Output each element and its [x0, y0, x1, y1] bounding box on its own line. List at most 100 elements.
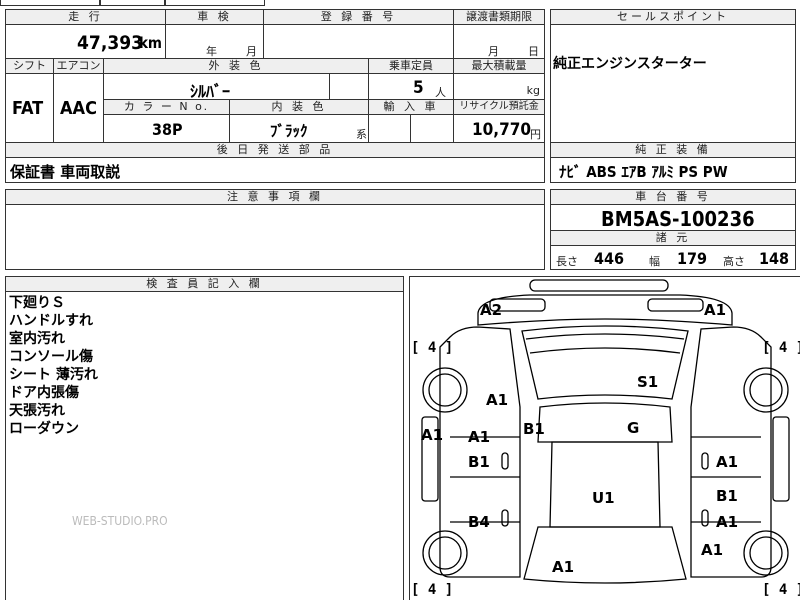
- specs-cell: 長さ 446 幅 179 高さ 148: [550, 245, 796, 270]
- headlight-right: [647, 298, 704, 312]
- sill-right: [772, 416, 790, 502]
- inspector-line: コンソール傷: [9, 349, 93, 365]
- equipment-cell: ﾅﾋﾞ ABS ｴｱB ｱﾙﾐ PS PW: [550, 157, 796, 183]
- aircon-cell: AAC: [53, 73, 104, 143]
- interior-color-header: 内 装 色: [229, 99, 369, 115]
- recycle-cell: 10,770 円: [453, 114, 545, 143]
- inspector-line: 天張汚れ: [9, 403, 65, 419]
- mark-rear-fender-right: A1: [701, 541, 724, 559]
- mileage-unit: km: [138, 34, 162, 52]
- wheel-rl-inner: [428, 536, 462, 570]
- max-load-header: 最大積載量: [453, 58, 545, 74]
- mark-front-fender-left: A1: [486, 391, 509, 409]
- top-fragment-mid: [100, 0, 165, 6]
- transfer-month-unit: 月: [488, 45, 499, 58]
- transfer-deadline-header: 譲渡書類期限: [453, 9, 545, 25]
- transfer-day-unit: 日: [528, 45, 539, 58]
- mark-rear-door-left: B4: [468, 513, 490, 531]
- capacity-header: 乗車定員: [368, 58, 454, 74]
- mark-pillar-left: B1: [523, 420, 545, 438]
- exterior-color-extra: [329, 73, 369, 100]
- chassis-header: 車 台 番 号: [550, 189, 796, 205]
- handle-fr: [701, 452, 709, 470]
- handle-rl: [501, 509, 509, 527]
- inspector-line: シート 薄汚れ: [9, 367, 98, 383]
- handle-fl: [501, 452, 509, 470]
- later-parts-text: 保証書 車両取説: [10, 163, 121, 181]
- import-car-cell-2: [410, 114, 454, 143]
- tire-fr-rating: [ 4 ]: [762, 340, 800, 356]
- roof-main: [549, 441, 661, 528]
- mark-rear-door-right-1: B1: [716, 487, 738, 505]
- color-no-value: 38P: [152, 120, 183, 139]
- registration-cell: [263, 24, 454, 59]
- mark-rear-door-right-2: A1: [716, 513, 739, 531]
- interior-suffix: 系: [356, 128, 367, 141]
- shift-value: FAT: [12, 98, 44, 119]
- recycle-unit: 円: [530, 128, 541, 141]
- left-body: [439, 326, 521, 578]
- inspector-line: ハンドルすれ: [9, 313, 93, 329]
- mark-roof: U1: [592, 489, 615, 507]
- inspection-year-unit: 年: [206, 45, 217, 58]
- mileage-value: 47,393: [77, 32, 143, 54]
- height-value: 148: [759, 249, 790, 268]
- mark-windshield: S1: [637, 373, 659, 391]
- tire-rl-rating: [ 4 ]: [411, 582, 454, 598]
- inspector-header: 検 査 員 記 入 欄: [5, 276, 404, 292]
- exterior-color-header: 外 装 色: [103, 58, 369, 74]
- right-body: [690, 326, 772, 578]
- rear-window: [523, 526, 687, 584]
- registration-header: 登 録 番 号: [263, 9, 454, 25]
- sales-point-cell: 純正エンジンスターター: [550, 24, 796, 143]
- specs-header: 諸 元: [550, 230, 796, 246]
- color-no-header: カ ラ ー N o.: [103, 99, 230, 115]
- chassis-value: BM5AS-100236: [601, 207, 755, 231]
- inspector-line: 下廻りＳ: [9, 295, 65, 311]
- aircon-value: AAC: [60, 98, 97, 119]
- equipment-header: 純 正 装 備: [550, 142, 796, 158]
- car-diagram-panel: [ 4 ] [ 4 ] [ 4 ] [ 4 ] A2 A1 S1 A1 A1 A…: [409, 276, 800, 600]
- mark-front-door-left-2: B1: [468, 453, 490, 471]
- windshield-line-2: [529, 347, 681, 354]
- import-car-cell-1: [368, 114, 411, 143]
- top-fragment-left: [0, 0, 100, 6]
- front-bumper: [529, 279, 669, 292]
- later-parts-header: 後 日 発 送 部 品: [5, 142, 545, 158]
- width-value: 179: [677, 249, 708, 268]
- mark-front-door-right: A1: [716, 453, 739, 471]
- interior-color-cell: ﾌﾞﾗｯｸ 系: [229, 114, 369, 143]
- chassis-cell: BM5AS-100236: [550, 204, 796, 231]
- max-load-cell: kg: [453, 73, 545, 100]
- mark-trunk: A1: [552, 558, 575, 576]
- tire-rr-rating: [ 4 ]: [762, 582, 800, 598]
- height-label: 高さ: [723, 255, 745, 268]
- top-fragment-right: [165, 0, 265, 6]
- mark-roof-g: G: [627, 419, 640, 437]
- inspector-line: 室内汚れ: [9, 331, 65, 347]
- mark-side-left: A1: [421, 426, 444, 444]
- capacity-value: 5: [413, 78, 424, 98]
- length-value: 446: [594, 249, 625, 268]
- import-car-header: 輸 入 車: [368, 99, 454, 115]
- width-label: 幅: [649, 255, 660, 268]
- inspector-cell: 下廻りＳ ハンドルすれ 室内汚れ コンソール傷 シート 薄汚れ ドア内張傷 天張…: [5, 291, 404, 600]
- inspector-lines: 下廻りＳ ハンドルすれ 室内汚れ コンソール傷 シート 薄汚れ ドア内張傷 天張…: [9, 294, 98, 438]
- inspection-header: 車 検: [165, 9, 264, 25]
- inspection-cell: 年 月: [165, 24, 264, 59]
- mark-hood-right: A1: [704, 301, 727, 319]
- mark-front-door-left: A1: [468, 428, 491, 446]
- inspection-month-unit: 月: [246, 45, 257, 58]
- recycle-value: 10,770: [472, 120, 532, 140]
- sales-point-header: セールスポイント: [550, 9, 796, 25]
- inspector-line: ローダウン: [9, 421, 79, 437]
- color-no-cell: 38P: [103, 114, 230, 143]
- inspector-line: ドア内張傷: [9, 385, 79, 401]
- notes-cell: [5, 204, 545, 270]
- tire-fl-rating: [ 4 ]: [411, 340, 454, 356]
- equipment-text: ﾅﾋﾞ ABS ｴｱB ｱﾙﾐ PS PW: [559, 163, 728, 181]
- notes-header: 注 意 事 項 欄: [5, 189, 545, 205]
- wheel-fr-inner: [749, 373, 783, 407]
- later-parts-cell: 保証書 車両取説: [5, 157, 545, 183]
- wheel-rr-inner: [749, 536, 783, 570]
